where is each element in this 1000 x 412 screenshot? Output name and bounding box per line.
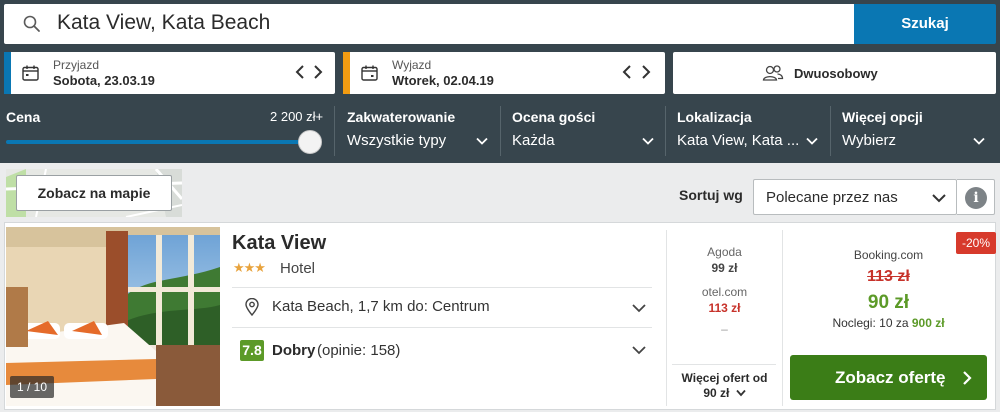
checkout-value: Wtorek, 02.04.19 <box>392 73 494 88</box>
chevron-down-icon <box>642 137 654 145</box>
best-offer-nights: Noclegi: 10 za 900 zł <box>790 316 987 330</box>
more-offers-label: Więcej ofert od <box>681 371 768 385</box>
divider <box>782 230 783 406</box>
chevron-down-icon <box>735 389 746 397</box>
best-offer-price: 90 zł <box>867 292 910 313</box>
rating-word: Dobry <box>272 342 316 359</box>
offer-provider: Agoda <box>707 245 742 259</box>
room-type-selector[interactable]: Dwuosobowy <box>673 52 996 94</box>
accommodation-filter-value: Wszystkie typy <box>347 132 447 149</box>
divider <box>232 327 652 328</box>
chevron-right-icon[interactable] <box>639 64 653 80</box>
guests-icon <box>762 65 784 81</box>
nights-text: Noclegi: 10 za <box>832 316 909 330</box>
other-offer-agoda[interactable]: Agoda 99 zł <box>667 245 782 275</box>
search-button[interactable]: Szukaj <box>854 4 996 44</box>
more-options-filter-value: Wybierz <box>842 132 897 149</box>
accommodation-filter-label: Zakwaterowanie <box>347 109 456 125</box>
chevron-down-icon <box>476 137 488 145</box>
location-filter-label: Lokalizacja <box>677 109 752 125</box>
chevron-down-icon <box>932 194 946 203</box>
divider <box>672 364 776 365</box>
accommodation-filter[interactable]: Zakwaterowanie Wszystkie typy <box>335 100 500 163</box>
checkin-field[interactable]: Przyjazd Sobota, 23.03.19 <box>4 52 335 94</box>
guest-rating-filter-value: Każda <box>512 132 555 149</box>
more-offers-price: 90 zł <box>703 386 730 400</box>
hotel-type: Hotel <box>280 260 316 277</box>
chevron-down-icon <box>632 346 646 355</box>
view-on-map-button[interactable]: Zobacz na mapie <box>16 175 172 211</box>
guest-rating-filter[interactable]: Ocena gości Każda <box>500 100 665 163</box>
offer-price: 113 zł <box>708 301 741 315</box>
rating-count: (opinie: 158) <box>317 342 401 359</box>
chevron-left-icon[interactable] <box>620 64 634 80</box>
sort-select[interactable]: Polecane przez nas <box>753 179 957 215</box>
info-icon: i <box>965 187 987 209</box>
checkout-label: Wyjazd <box>392 58 432 72</box>
hotel-location: Kata Beach, 1,7 km do: Centrum <box>272 298 490 315</box>
chevron-down-icon <box>632 304 646 313</box>
view-offer-label: Zobacz ofertę <box>835 368 946 387</box>
divider <box>232 287 652 288</box>
calendar-icon <box>22 65 39 81</box>
chevron-left-icon[interactable] <box>293 64 307 80</box>
offer-provider: otel.com <box>701 285 748 299</box>
price-max-value: 2 200 zł+ <box>270 109 324 124</box>
location-pin-icon <box>245 298 259 316</box>
room-type-value: Dwuosobowy <box>794 66 878 81</box>
checkout-field[interactable]: Wyjazd Wtorek, 02.04.19 <box>343 52 665 94</box>
other-offer-empty: – <box>721 322 728 336</box>
best-offer-provider: Booking.com <box>853 248 924 262</box>
hotel-name[interactable]: Kata View <box>232 232 326 255</box>
more-offers-link[interactable]: Więcej ofert od 90 zł <box>667 371 782 401</box>
guest-rating-filter-label: Ocena gości <box>512 109 596 125</box>
hotel-stars: ★★★ <box>233 260 266 275</box>
other-offer-otel[interactable]: otel.com 113 zł <box>667 285 782 315</box>
price-filter-label: Cena <box>6 109 41 125</box>
best-offer-old-price: 113 zł <box>867 268 910 285</box>
checkin-value: Sobota, 23.03.19 <box>53 73 155 88</box>
more-offers-price-row: 90 zł <box>667 386 782 401</box>
more-options-filter[interactable]: Więcej opcji Wybierz <box>830 100 1000 163</box>
chevron-down-icon <box>806 137 818 145</box>
chevron-right-icon[interactable] <box>311 64 325 80</box>
location-filter-value: Kata View, Kata ... <box>677 132 800 149</box>
sort-info-button[interactable]: i <box>957 179 995 215</box>
more-options-filter-label: Więcej opcji <box>842 109 923 125</box>
search-input[interactable]: Kata View, Kata Beach <box>4 4 854 44</box>
offer-price: 99 zł <box>711 261 738 275</box>
rating-score-badge: 7.8 <box>240 340 264 361</box>
location-filter[interactable]: Lokalizacja Kata View, Kata ... <box>665 100 830 163</box>
sort-label: Sortuj wg <box>679 187 743 203</box>
checkin-label: Przyjazd <box>53 58 100 72</box>
chevron-down-icon <box>973 137 985 145</box>
search-value: Kata View, Kata Beach <box>57 11 271 34</box>
view-offer-button[interactable]: Zobacz ofertę <box>790 355 987 400</box>
price-slider-track[interactable] <box>6 140 308 144</box>
chevron-right-icon <box>963 371 972 385</box>
nights-total: 900 zł <box>911 316 945 330</box>
price-filter[interactable]: Cena 2 200 zł+ <box>0 100 330 163</box>
calendar-icon <box>361 65 378 81</box>
search-icon <box>23 15 40 32</box>
price-slider-handle[interactable] <box>298 130 322 154</box>
sort-select-value: Polecane przez nas <box>766 189 898 206</box>
checkout-accent <box>343 52 350 94</box>
checkin-accent <box>4 52 11 94</box>
photo-counter: 1 / 10 <box>10 376 54 398</box>
